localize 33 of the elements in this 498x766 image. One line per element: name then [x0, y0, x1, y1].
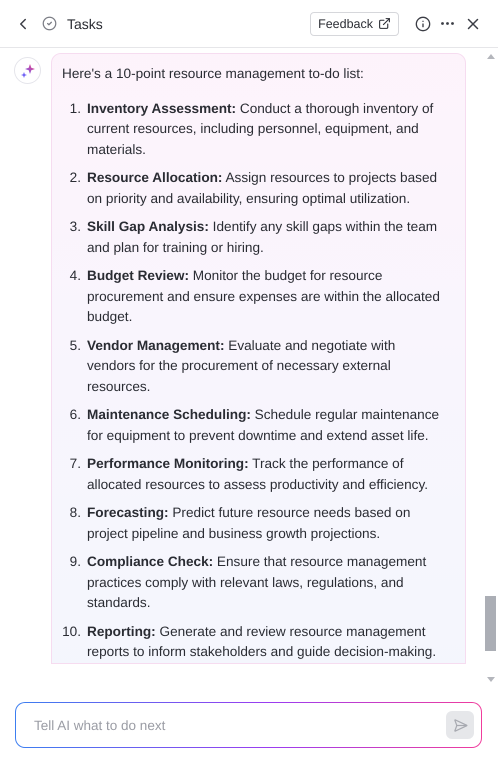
list-number: 4.	[68, 267, 82, 285]
list-item-text: Reporting: Generate and review resource management reports to inform stakeholders and guide decision-making.	[87, 622, 438, 661]
list-item-text: Skill Gap Analysis: Identify any skill gaps within the team and plan for training or hiring.	[87, 218, 438, 257]
sparkle-icon	[20, 62, 36, 78]
list-item-text: Resource Allocation: Assign resources to projects based on priority and availability, ensuring optimal utilization.	[87, 169, 438, 208]
scrollbar-thumb[interactable]	[485, 596, 496, 651]
window-title: Tasks	[67, 16, 104, 32]
info-button[interactable]	[415, 16, 431, 32]
external-link-icon	[378, 17, 391, 30]
list-number: 10.	[62, 622, 82, 640]
message-intro: Here's a 10-point resource management to-do list:	[62, 65, 365, 83]
check-circle-icon	[42, 16, 57, 31]
feedback-button[interactable]: Feedback	[310, 12, 399, 36]
list-number: 1.	[68, 100, 82, 118]
list-number: 5.	[68, 336, 82, 354]
list-number: 2.	[68, 169, 82, 187]
list-number: 3.	[68, 218, 82, 236]
list-item-text: Budget Review: Monitor the budget for resource procurement and ensure expenses are within the allocated budget.	[87, 267, 441, 326]
list-item-text: Performance Monitoring: Track the performance of allocated resources to assess productivity and efficiency.	[87, 455, 430, 494]
list-item-text: Vendor Management: Evaluate and negotiate with vendors for the procurement of necessary external resources.	[87, 336, 396, 396]
list-number: 7.	[68, 455, 82, 473]
prompt-box[interactable]: Tell AI what to do next	[15, 702, 482, 748]
list-number: 6.	[68, 406, 82, 424]
list-item-text: Maintenance Scheduling: Schedule regular maintenance for equipment to prevent downtime and extend asset life.	[87, 406, 440, 445]
list-number: 8.	[68, 504, 82, 522]
list-item-text: Inventory Assessment: Conduct a thorough inventory of current resources, including personnel, equipment, and materials.	[87, 100, 434, 158]
list-item-text: Forecasting: Predict future resource needs based on project pipeline and business growth projections.	[87, 504, 412, 543]
list-number: 9.	[68, 553, 82, 571]
send-icon	[452, 718, 468, 732]
info-icon	[415, 16, 431, 32]
list-item-text: Compliance Check: Ensure that resource management practices comply with relevant laws, regulations, and standards.	[87, 553, 428, 612]
more-button[interactable]	[441, 22, 454, 25]
ellipsis-icon	[441, 22, 454, 25]
